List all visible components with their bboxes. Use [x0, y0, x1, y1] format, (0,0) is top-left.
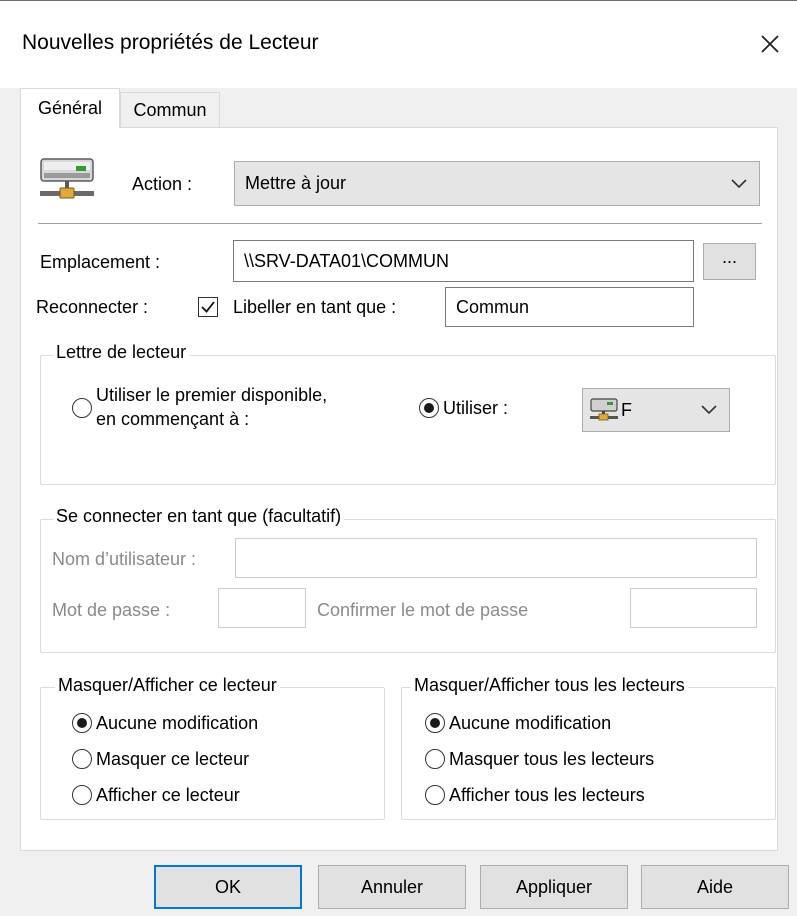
- hide-this-radio-none[interactable]: [72, 713, 92, 733]
- tab-general-label: Général: [37, 98, 103, 118]
- location-input[interactable]: \\SRV-DATA01\COMMUN: [233, 240, 694, 282]
- label-as-value: Commun: [456, 296, 530, 317]
- ok-button[interactable]: OK: [154, 865, 302, 909]
- chevron-down-icon: [701, 405, 717, 415]
- cancel-button[interactable]: Annuler: [318, 865, 466, 909]
- username-label: Nom d’utilisateur :: [52, 549, 197, 569]
- cancel-button-label: Annuler: [360, 876, 424, 897]
- first-available-radio[interactable]: [72, 398, 92, 418]
- hide-this-option-hide: Masquer ce lecteur: [96, 749, 250, 769]
- window-top-border: [0, 0, 797, 1]
- checkmark-icon: [201, 301, 215, 313]
- network-drive-icon: [38, 157, 96, 210]
- drive-letter-select[interactable]: F: [582, 388, 730, 432]
- hide-this-radio-show[interactable]: [72, 785, 92, 805]
- drive-letter-value: F: [621, 399, 632, 420]
- close-button[interactable]: [748, 20, 792, 68]
- action-select[interactable]: Mettre à jour: [234, 161, 760, 206]
- action-select-value: Mettre à jour: [245, 173, 347, 193]
- action-label: Action :: [132, 174, 193, 194]
- hide-all-option-hide: Masquer tous les lecteurs: [449, 749, 655, 769]
- tab-common-label: Commun: [133, 99, 207, 120]
- hide-all-radio-hide[interactable]: [425, 749, 445, 769]
- tab-general[interactable]: Général: [20, 88, 120, 128]
- close-icon: [761, 35, 779, 53]
- label-as-input[interactable]: Commun: [445, 287, 694, 327]
- window-title: Nouvelles propriétés de Lecteur: [22, 31, 319, 54]
- first-available-label-line1: Utiliser le premier disponible,: [96, 385, 328, 405]
- username-input[interactable]: [235, 538, 757, 578]
- hide-all-option-show: Afficher tous les lecteurs: [449, 785, 645, 805]
- ok-button-label: OK: [214, 876, 241, 897]
- help-button-label: Aide: [696, 876, 734, 897]
- hide-all-radio-show[interactable]: [425, 785, 445, 805]
- first-available-label-line2: en commençant à :: [96, 409, 250, 429]
- tab-common[interactable]: Commun: [120, 92, 220, 127]
- apply-button[interactable]: Appliquer: [480, 865, 628, 909]
- drive-letter-group-title: Lettre de lecteur: [53, 342, 190, 363]
- help-button[interactable]: Aide: [641, 865, 789, 909]
- network-drive-icon: [590, 398, 618, 421]
- hide-this-group-title: Masquer/Afficher ce lecteur: [55, 675, 280, 696]
- location-label: Emplacement :: [40, 252, 161, 272]
- confirm-password-label: Confirmer le mot de passe: [317, 600, 529, 620]
- connect-as-group-title: Se connecter en tant que (facultatif): [53, 506, 345, 527]
- location-value: \\SRV-DATA01\COMMUN: [244, 250, 450, 271]
- label-as-label: Libeller en tant que :: [233, 297, 397, 317]
- use-letter-radio[interactable]: [419, 398, 439, 418]
- hide-all-option-none: Aucune modification: [449, 713, 612, 733]
- password-input[interactable]: [218, 588, 306, 628]
- hide-all-group-title: Masquer/Afficher tous les lecteurs: [411, 675, 688, 696]
- password-label: Mot de passe :: [52, 600, 171, 620]
- use-letter-label: Utiliser :: [443, 398, 509, 418]
- apply-button-label: Appliquer: [515, 876, 593, 897]
- title-bar: Nouvelles propriétés de Lecteur: [0, 0, 797, 88]
- hide-this-radio-hide[interactable]: [72, 749, 92, 769]
- chevron-down-icon: [731, 178, 747, 188]
- browse-button-label: ...: [721, 247, 737, 267]
- hide-all-radio-none[interactable]: [425, 713, 445, 733]
- confirm-password-input[interactable]: [630, 588, 757, 628]
- reconnect-label: Reconnecter :: [36, 297, 149, 317]
- hide-this-option-none: Aucune modification: [96, 713, 259, 733]
- hide-this-option-show: Afficher ce lecteur: [96, 785, 240, 805]
- browse-button[interactable]: ...: [703, 243, 756, 280]
- reconnect-checkbox[interactable]: [198, 297, 218, 317]
- separator: [38, 223, 762, 224]
